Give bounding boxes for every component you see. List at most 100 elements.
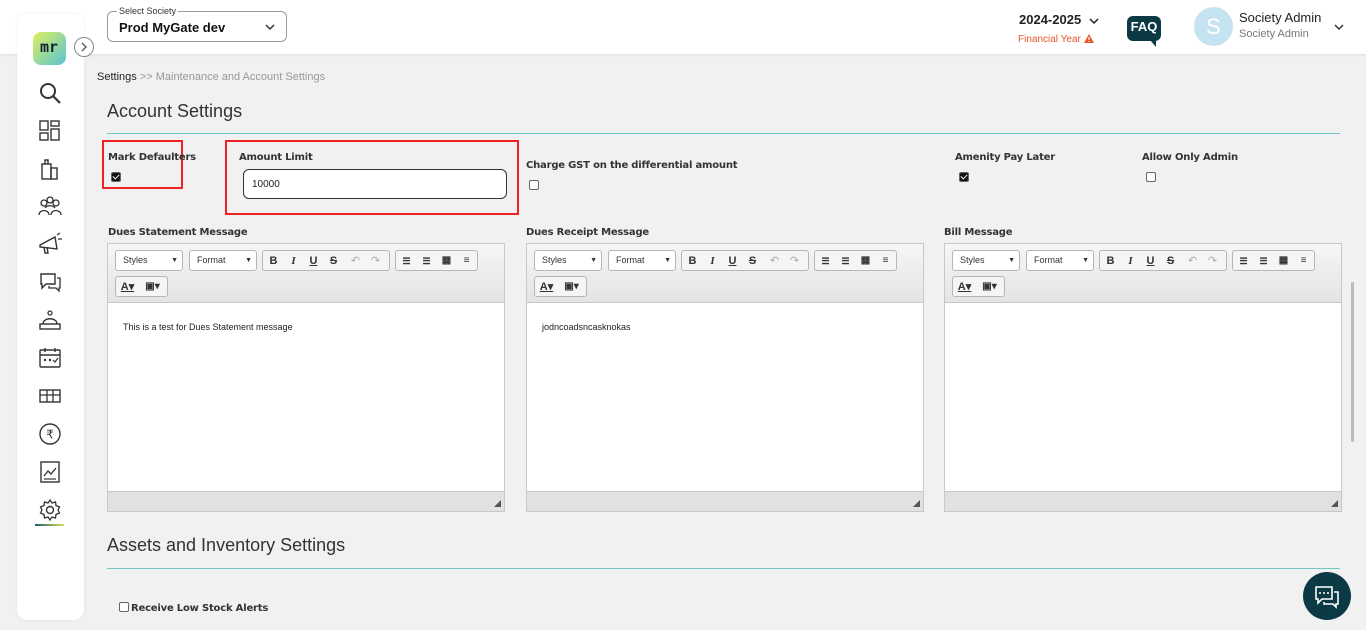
horizontal-rule-icon[interactable]: ≡: [1296, 254, 1311, 268]
styles-dropdown[interactable]: Styles ▼: [952, 250, 1020, 271]
underline-icon[interactable]: U: [1143, 254, 1158, 268]
undo-icon[interactable]: ↶: [1185, 254, 1200, 268]
settings-icon[interactable]: [37, 497, 63, 523]
numbered-list-icon[interactable]: ☰: [818, 254, 833, 268]
avatar[interactable]: S: [1194, 7, 1233, 46]
residents-icon[interactable]: [37, 194, 63, 220]
amenity-pay-later-checkbox[interactable]: [959, 172, 969, 182]
sidebar-toggle-button[interactable]: [74, 37, 94, 57]
bold-icon[interactable]: B: [266, 254, 281, 268]
bold-icon[interactable]: B: [1103, 254, 1118, 268]
format-dropdown[interactable]: Format ▼: [608, 250, 676, 271]
horizontal-rule-icon[interactable]: ≡: [459, 254, 474, 268]
bill-message-editor[interactable]: Styles ▼ Format ▼ B I U S ↶ ↷ ☰ ☰ ▦ ≡ A▾ ▣…: [944, 243, 1342, 512]
styles-dropdown-label: Styles: [542, 255, 567, 265]
charge-gst-checkbox[interactable]: [529, 180, 539, 190]
text-color-icon[interactable]: A▾: [120, 280, 135, 294]
horizontal-rule-icon[interactable]: ≡: [878, 254, 893, 268]
dropdown-arrow-icon: ▼: [664, 257, 671, 264]
table-icon[interactable]: ▦: [1276, 254, 1291, 268]
user-name[interactable]: Society Admin: [1239, 10, 1321, 25]
faq-button[interactable]: FAQ: [1127, 16, 1161, 47]
underline-icon[interactable]: U: [725, 254, 740, 268]
calendar-icon[interactable]: [37, 345, 63, 371]
chat-icon[interactable]: [37, 269, 63, 295]
editor-footer: [527, 491, 923, 511]
chat-support-icon: [1315, 586, 1339, 609]
strikethrough-icon[interactable]: S: [745, 254, 760, 268]
bullet-list-icon[interactable]: ☰: [419, 254, 434, 268]
dropdown-arrow-icon: ▼: [245, 257, 252, 264]
undo-icon[interactable]: ↶: [767, 254, 782, 268]
dues-receipt-editor[interactable]: Styles ▼ Format ▼ B I U S ↶ ↷ ☰ ☰ ▦ ≡ A▾ ▣…: [526, 243, 924, 512]
amenity-pay-later-label: Amenity Pay Later: [955, 152, 1055, 163]
italic-icon[interactable]: I: [286, 254, 301, 268]
table-icon[interactable]: ▦: [439, 254, 454, 268]
editor-content[interactable]: jodncoadsncasknokas: [542, 322, 631, 332]
bold-icon[interactable]: B: [685, 254, 700, 268]
active-nav-indicator: [35, 524, 64, 526]
building-icon[interactable]: [37, 156, 63, 182]
logo-mark: mr: [40, 38, 59, 56]
text-color-icon[interactable]: A▾: [957, 280, 972, 294]
format-dropdown[interactable]: Format ▼: [1026, 250, 1094, 271]
numbered-list-icon[interactable]: ☰: [1236, 254, 1251, 268]
format-dropdown[interactable]: Format ▼: [189, 250, 257, 271]
background-color-icon[interactable]: ▣▾: [145, 280, 160, 294]
styles-dropdown[interactable]: Styles ▼: [534, 250, 602, 271]
chat-support-button[interactable]: [1303, 572, 1351, 620]
bullet-list-icon[interactable]: ☰: [1256, 254, 1271, 268]
text-format-group: B I U S ↶ ↷: [681, 250, 809, 271]
account-settings-title: Account Settings: [107, 101, 243, 121]
dropdown-arrow-icon: ▼: [171, 257, 178, 264]
resize-handle-icon[interactable]: [494, 500, 501, 507]
amount-limit-input[interactable]: 10000: [243, 169, 507, 199]
resize-handle-icon[interactable]: [913, 500, 920, 507]
italic-icon[interactable]: I: [1123, 254, 1138, 268]
italic-icon[interactable]: I: [705, 254, 720, 268]
mark-defaulters-checkbox[interactable]: [111, 172, 121, 182]
bullet-list-icon[interactable]: ☰: [838, 254, 853, 268]
low-stock-alerts-checkbox[interactable]: [119, 602, 129, 612]
editor-content[interactable]: This is a test for Dues Statement messag…: [123, 322, 293, 332]
resize-handle-icon[interactable]: [1331, 500, 1338, 507]
dropdown-arrow-icon: ▼: [1082, 257, 1089, 264]
helpdesk-icon[interactable]: [37, 307, 63, 333]
notice-icon[interactable]: [37, 231, 63, 257]
background-color-icon[interactable]: ▣▾: [564, 280, 579, 294]
financial-year-caption: Financial Year: [1018, 34, 1094, 45]
redo-icon[interactable]: ↷: [1205, 254, 1220, 268]
app-logo[interactable]: mr: [33, 32, 66, 65]
allow-only-admin-label: Allow Only Admin: [1142, 152, 1238, 163]
list-group: ☰ ☰ ▦ ≡: [1232, 250, 1315, 271]
strikethrough-icon[interactable]: S: [1163, 254, 1178, 268]
amenity-icon[interactable]: [37, 383, 63, 409]
list-group: ☰ ☰ ▦ ≡: [814, 250, 897, 271]
report-icon[interactable]: [37, 459, 63, 485]
editor-footer: [108, 491, 504, 511]
rupee-icon[interactable]: ₹: [37, 421, 63, 447]
redo-icon[interactable]: ↷: [368, 254, 383, 268]
dropdown-arrow-icon: ▼: [590, 257, 597, 264]
dues-statement-editor[interactable]: Styles ▼ Format ▼ B I U S ↶ ↷ ☰ ☰ ▦ ≡ A▾ ▣…: [107, 243, 505, 512]
chevron-down-icon[interactable]: [1333, 21, 1345, 33]
page-scrollbar[interactable]: [1351, 282, 1354, 442]
table-icon[interactable]: ▦: [858, 254, 873, 268]
search-icon[interactable]: [37, 80, 63, 106]
society-select[interactable]: Select Society Prod MyGate dev: [107, 6, 287, 42]
underline-icon[interactable]: U: [306, 254, 321, 268]
text-color-icon[interactable]: A▾: [539, 280, 554, 294]
dashboard-icon[interactable]: [37, 118, 63, 144]
redo-icon[interactable]: ↷: [787, 254, 802, 268]
undo-icon[interactable]: ↶: [348, 254, 363, 268]
breadcrumb-root[interactable]: Settings: [97, 71, 137, 83]
allow-only-admin-checkbox[interactable]: [1146, 172, 1156, 182]
financial-year-select[interactable]: 2024-2025: [1019, 12, 1099, 27]
numbered-list-icon[interactable]: ☰: [399, 254, 414, 268]
strikethrough-icon[interactable]: S: [326, 254, 341, 268]
color-group: A▾ ▣▾: [952, 276, 1005, 297]
section-divider: [107, 133, 1340, 134]
background-color-icon[interactable]: ▣▾: [982, 280, 997, 294]
color-group: A▾ ▣▾: [534, 276, 587, 297]
styles-dropdown[interactable]: Styles ▼: [115, 250, 183, 271]
